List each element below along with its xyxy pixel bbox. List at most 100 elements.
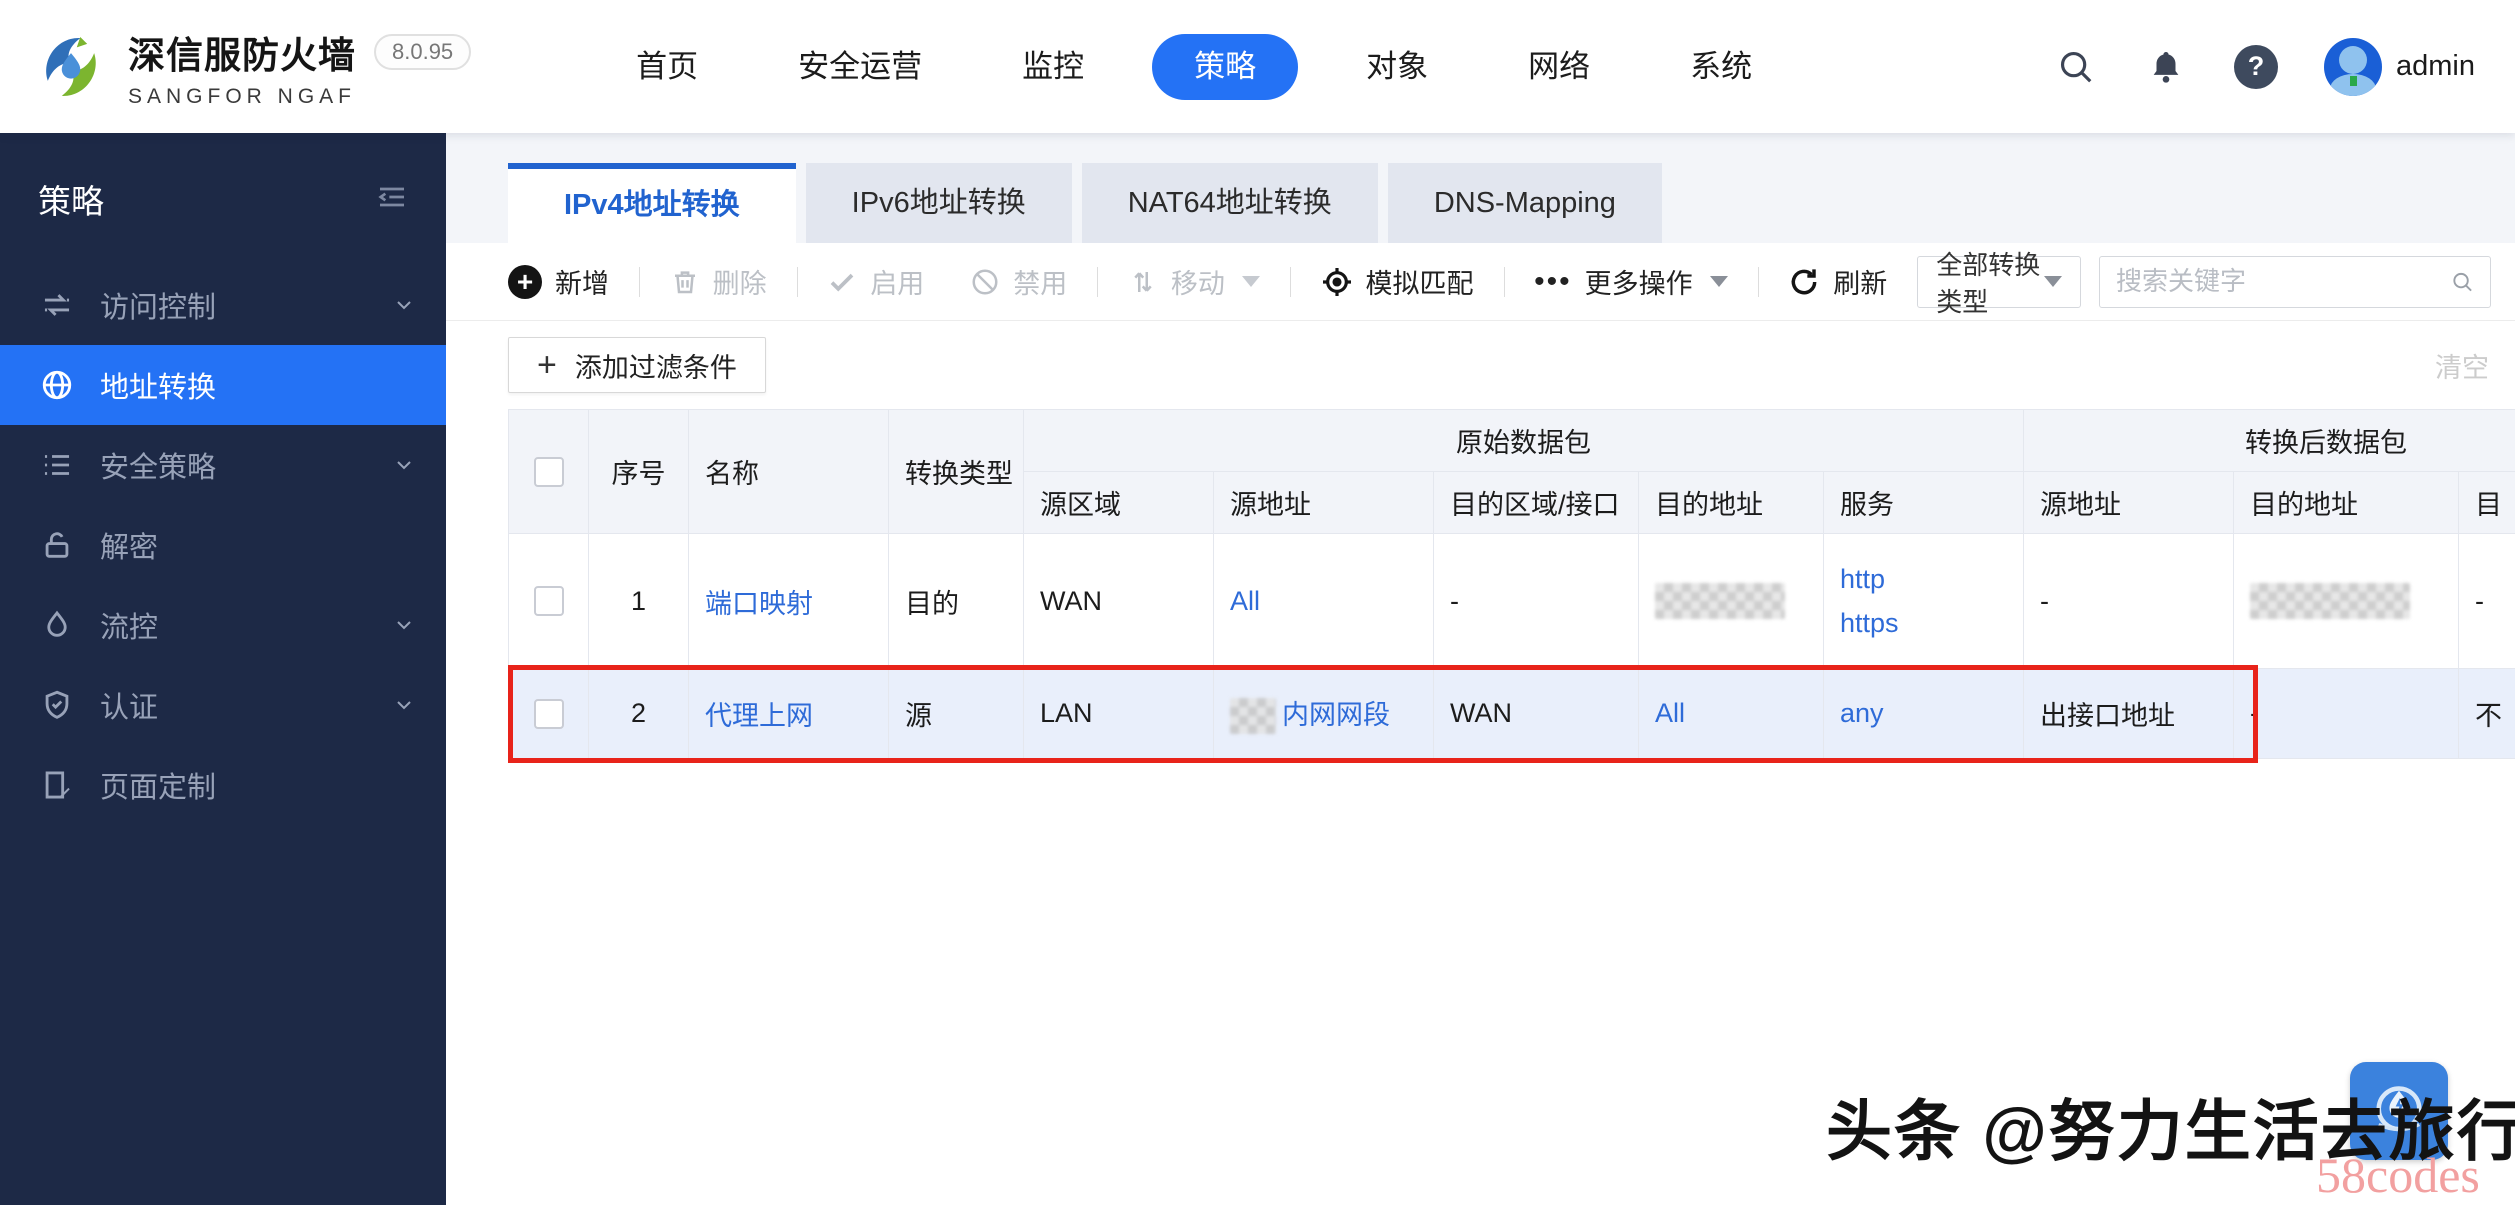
refresh-button[interactable]: 刷新: [1788, 262, 1887, 301]
col-type: 转换类型: [888, 409, 1024, 534]
sidebar-item-decrypt[interactable]: 解密: [0, 505, 446, 585]
chevron-down-icon: [392, 693, 416, 717]
service-link[interactable]: https: [1840, 601, 2007, 645]
more-dots-icon: •••: [1534, 264, 1572, 298]
search-icon[interactable]: [2054, 45, 2098, 89]
enable-button[interactable]: 启用: [827, 262, 924, 301]
select-all-checkbox[interactable]: [533, 456, 564, 487]
nav-item-policy[interactable]: 策略: [1152, 33, 1299, 100]
nat-rule-table: 序号 名称 转换类型 原始数据包 转换后数据包 源区域 源地址 目的区域/接口 …: [508, 409, 2515, 763]
refresh-icon: [1791, 268, 1817, 294]
flow-control-icon: [40, 608, 74, 642]
user-menu[interactable]: admin: [2324, 37, 2475, 96]
sidebar-item-auth[interactable]: 认证: [0, 665, 446, 745]
tab-ipv6-nat[interactable]: IPv6地址转换: [805, 163, 1072, 243]
nav-item-objects[interactable]: 对象: [1316, 34, 1478, 100]
sidebar-item-security-policy[interactable]: 安全策略: [0, 425, 446, 505]
row-checkbox[interactable]: [533, 586, 564, 616]
caret-down-icon: [2044, 276, 2063, 287]
redacted-dst-addr: [1655, 583, 1785, 619]
rule-name-link[interactable]: 端口映射: [705, 589, 813, 619]
decrypt-icon: [40, 528, 74, 562]
col-dst-zone-if: 目的区域/接口: [1433, 471, 1639, 534]
tab-ipv4-nat[interactable]: IPv4地址转换: [508, 163, 796, 243]
move-button[interactable]: 移动: [1128, 262, 1260, 301]
tab-dns-mapping[interactable]: DNS-Mapping: [1387, 163, 1662, 243]
tab-bar: IPv4地址转换 IPv6地址转换 NAT64地址转换 DNS-Mapping: [446, 133, 2515, 243]
col-seq: 序号: [588, 409, 689, 534]
col-service: 服务: [1822, 471, 2025, 534]
simulate-match-button[interactable]: 模拟匹配: [1321, 262, 1474, 301]
group-original-packet: 原始数据包: [1022, 409, 2025, 472]
trash-icon: [674, 270, 695, 293]
sidebar-item-nat[interactable]: 地址转换: [0, 345, 446, 425]
search-icon[interactable]: [2451, 266, 2474, 298]
col-name: 名称: [688, 409, 889, 534]
plus-icon: +: [537, 346, 557, 384]
check-icon: [830, 273, 854, 292]
cell-type: 目的: [888, 533, 1024, 669]
group-translated-packet: 转换后数据包: [2023, 409, 2515, 472]
cell-src-zone: WAN: [1023, 533, 1214, 669]
service-link[interactable]: any: [1840, 698, 1884, 728]
sidebar-item-label: 解密: [100, 532, 159, 564]
translation-type-select[interactable]: 全部转换类型: [1917, 250, 2082, 317]
more-actions-button[interactable]: ••• 更多操作: [1534, 262, 1728, 301]
add-button[interactable]: + 新增: [508, 262, 609, 301]
sidebar-item-label: 流控: [100, 612, 159, 644]
sidebar-item-access-control[interactable]: 访问控制: [0, 265, 446, 345]
clear-filter-link[interactable]: 清空: [2435, 346, 2489, 385]
chevron-down-icon: [392, 613, 416, 637]
sidebar-item-label: 页面定制: [100, 772, 217, 804]
nav-item-system[interactable]: 系统: [1640, 34, 1802, 100]
disable-button[interactable]: 禁用: [970, 262, 1067, 301]
redacted-post-dst-addr: [2250, 583, 2411, 619]
main-content: IPv4地址转换 IPv6地址转换 NAT64地址转换 DNS-Mapping …: [446, 133, 2515, 1205]
sidebar-collapse-icon[interactable]: [376, 181, 408, 218]
ban-icon: [972, 269, 998, 294]
sidebar: 策略 访问控制 地址转换 安全策略 解密 流控 认证 页面定制: [0, 133, 446, 1205]
tab-nat64[interactable]: NAT64地址转换: [1081, 163, 1378, 243]
search-input[interactable]: [2116, 266, 2452, 297]
notification-bell-icon[interactable]: [2144, 45, 2188, 89]
cell-dst-addr-link[interactable]: All: [1655, 698, 1685, 728]
logo: 深信服防火墙 8.0.95 SANGFOR NGAF: [34, 25, 472, 109]
access-control-icon: [40, 288, 74, 322]
rule-name-link[interactable]: 代理上网: [705, 701, 813, 731]
service-link[interactable]: http: [1840, 557, 2007, 601]
top-header: 深信服防火墙 8.0.95 SANGFOR NGAF 首页 安全运营 监控 策略…: [0, 0, 2515, 133]
col-dst-addr: 目的地址: [1638, 471, 1824, 534]
username: admin: [2396, 50, 2475, 82]
nav-item-home[interactable]: 首页: [586, 34, 748, 100]
sidebar-item-page-custom[interactable]: 页面定制: [0, 745, 446, 825]
table-row: 1 端口映射 目的 WAN All - http https - -: [508, 533, 2515, 669]
col-post-src-addr: 源地址: [2023, 471, 2235, 534]
col-post-dst-addr: 目的地址: [2233, 471, 2460, 534]
cell-post-src-addr: -: [2023, 533, 2235, 669]
col-src-addr: 源地址: [1213, 471, 1434, 534]
delete-button[interactable]: 删除: [670, 262, 767, 301]
cell-post-dst-addr: -: [2233, 668, 2460, 759]
security-policy-icon: [40, 448, 74, 482]
sidebar-item-label: 地址转换: [100, 372, 217, 404]
sidebar-item-label: 安全策略: [100, 452, 217, 484]
sidebar-item-flow-control[interactable]: 流控: [0, 585, 446, 665]
toolbar: + 新增 删除 启用 禁用 移动 模拟匹配 ••• 更多操作 刷新 全部转换类型…: [446, 243, 2515, 321]
nav-item-monitor[interactable]: 监控: [972, 34, 1134, 100]
caret-down-icon: [1709, 276, 1728, 287]
cell-post-dst-port: 不: [2458, 668, 2515, 759]
chevron-down-icon: [392, 453, 416, 477]
cell-src-addr-link[interactable]: 内网网段: [1282, 700, 1390, 730]
site-watermark: 58codes: [2316, 1147, 2480, 1203]
cell-post-dst-port: -: [2458, 533, 2515, 669]
row-checkbox[interactable]: [533, 698, 564, 729]
brand-name: SANGFOR NGAF: [128, 84, 357, 108]
add-filter-button[interactable]: + 添加过滤条件: [508, 337, 766, 393]
nav-item-security-ops[interactable]: 安全运营: [748, 34, 972, 100]
nav-item-network[interactable]: 网络: [1478, 34, 1640, 100]
page-custom-icon: [40, 768, 74, 802]
cell-src-addr-link[interactable]: All: [1230, 586, 1260, 616]
help-icon[interactable]: ?: [2234, 44, 2278, 89]
sidebar-title: 策略: [38, 183, 104, 220]
add-icon: +: [508, 264, 542, 299]
